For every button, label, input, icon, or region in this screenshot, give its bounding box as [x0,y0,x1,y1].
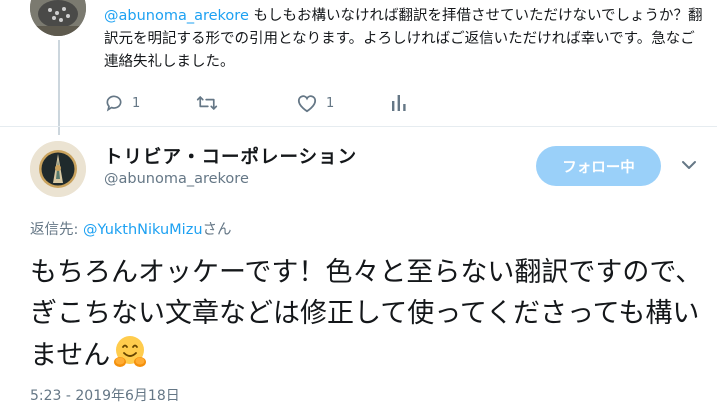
tweet-text: もちろんオッケーです！色々と至らない翻訳ですので、ぎこちない文章などは修正して使… [30,252,705,382]
tweet-timestamp[interactable]: 5:23 - 2019年6月18日 [30,385,180,405]
thread-connector-line [58,40,60,135]
chevron-down-icon[interactable] [680,156,698,175]
author-avatar[interactable] [30,141,86,197]
following-button[interactable]: フォロー中 [536,146,661,186]
analytics-button[interactable] [392,93,406,111]
reply-count: 1 [132,95,141,111]
reply-mention-link[interactable]: @abunoma_arekore [104,8,249,24]
previous-reply-text: @abunoma_arekore もしもお構いなければ翻訳を拝借させていただけな… [104,5,704,74]
replying-suffix: さん [202,222,232,238]
replying-prefix: 返信先: [30,222,83,238]
author-display-name[interactable]: トリビア・コーポレーション [104,143,357,169]
tweet-actions: 1 1 [104,93,434,115]
like-icon [296,93,318,113]
like-count: 1 [326,95,335,111]
analytics-icon [392,93,406,111]
replying-to-mention[interactable]: @YukthNikuMizu [83,222,203,238]
reply-icon [104,93,124,113]
previous-reply-avatar[interactable] [30,0,86,36]
replying-to: 返信先: @YukthNikuMizuさん [30,218,232,239]
divider [0,126,717,127]
reply-button[interactable]: 1 [104,93,140,113]
author-handle[interactable]: @abunoma_arekore [104,171,249,187]
retweet-button[interactable] [196,93,226,113]
hugging-face-emoji-icon [112,334,148,382]
retweet-icon [196,93,218,113]
like-button[interactable]: 1 [296,93,334,113]
